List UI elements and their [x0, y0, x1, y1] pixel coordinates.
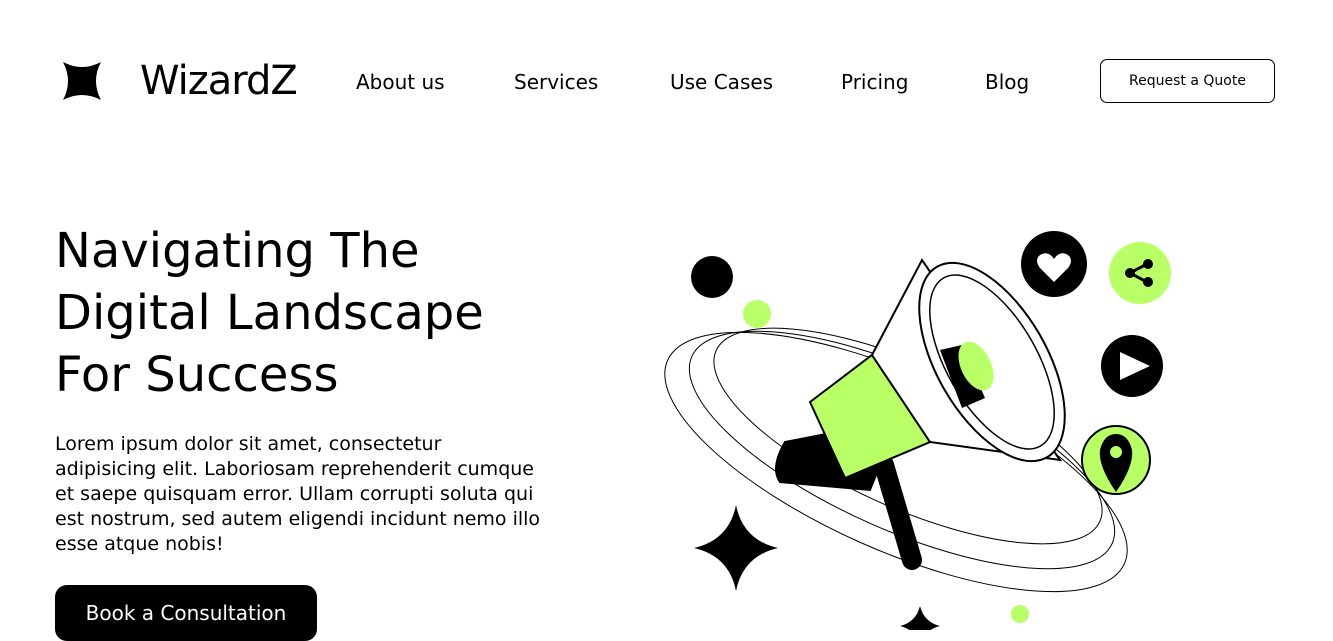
- nav-link-pricing[interactable]: Pricing: [841, 70, 908, 94]
- hero-title-line: Digital Landscape: [55, 285, 484, 341]
- hero-title-line: For Success: [55, 347, 339, 403]
- decor-dot: [691, 256, 733, 298]
- play-icon: [1101, 335, 1163, 397]
- location-pin-icon: [1081, 425, 1151, 495]
- site-header: WizardZ About us Services Use Cases Pric…: [0, 0, 1333, 160]
- request-quote-button[interactable]: Request a Quote: [1100, 59, 1275, 103]
- decor-dot: [1011, 605, 1029, 623]
- decor-dot: [743, 300, 771, 328]
- heart-icon: [1021, 231, 1087, 297]
- nav-link-services[interactable]: Services: [514, 70, 598, 94]
- hero-title-line: Navigating The: [55, 223, 420, 279]
- hero-description: Lorem ipsum dolor sit amet, consectetur …: [55, 433, 541, 555]
- hero-title: Navigating The Digital Landscape For Suc…: [55, 220, 595, 406]
- megaphone-illustration: [664, 231, 1171, 630]
- four-point-star-icon: [63, 62, 101, 100]
- book-consultation-button[interactable]: Book a Consultation: [55, 585, 317, 641]
- sparkle-star-icon: [694, 505, 778, 591]
- share-icon: [1109, 242, 1171, 304]
- sparkle-star-icon: [900, 606, 940, 630]
- logo[interactable]: WizardZ: [61, 58, 298, 104]
- brand-name: WizardZ: [140, 58, 298, 104]
- nav-link-about-us[interactable]: About us: [356, 70, 445, 94]
- nav-link-blog[interactable]: Blog: [985, 70, 1029, 94]
- nav-link-use-cases[interactable]: Use Cases: [670, 70, 773, 94]
